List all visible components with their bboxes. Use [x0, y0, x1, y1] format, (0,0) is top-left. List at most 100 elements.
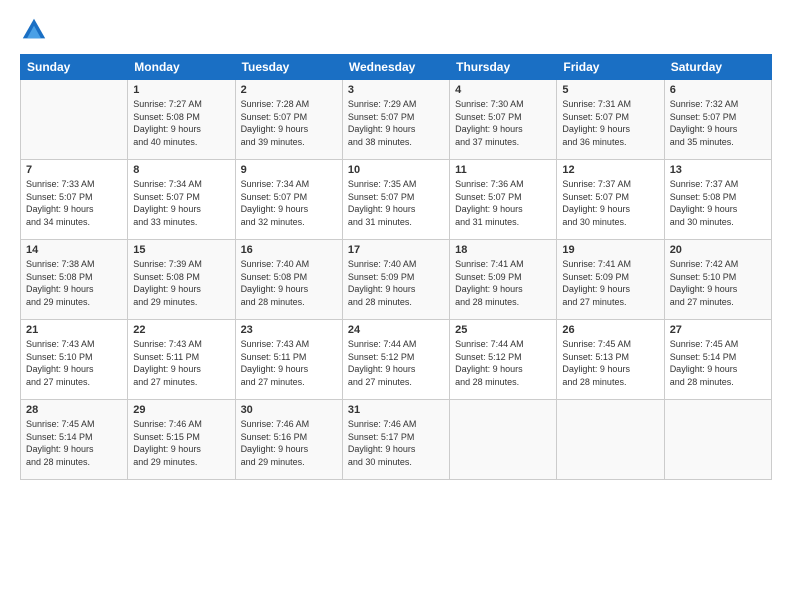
cell-info: Sunrise: 7:30 AM Sunset: 5:07 PM Dayligh… — [455, 98, 551, 148]
header-day: Tuesday — [235, 55, 342, 80]
calendar-table: SundayMondayTuesdayWednesdayThursdayFrid… — [20, 54, 772, 480]
calendar-cell: 30 Sunrise: 7:46 AM Sunset: 5:16 PM Dayli… — [235, 400, 342, 480]
calendar-cell: 19 Sunrise: 7:41 AM Sunset: 5:09 PM Dayli… — [557, 240, 664, 320]
calendar-cell: 9 Sunrise: 7:34 AM Sunset: 5:07 PM Daylig… — [235, 160, 342, 240]
calendar-cell: 27Sunrise: 7:45 AM Sunset: 5:14 PM Dayli… — [664, 320, 771, 400]
day-number: 23 — [241, 324, 337, 336]
calendar-cell — [557, 400, 664, 480]
day-number: 2 — [241, 84, 337, 96]
day-number: 20 — [670, 244, 766, 256]
calendar-cell: 11 Sunrise: 7:36 AM Sunset: 5:07 PM Dayli… — [450, 160, 557, 240]
cell-info: Sunrise: 7:28 AM Sunset: 5:07 PM Dayligh… — [241, 98, 337, 148]
day-number: 7 — [26, 164, 122, 176]
cell-info: Sunrise: 7:46 AM Sunset: 5:17 PM Dayligh… — [348, 418, 444, 468]
calendar-cell: 3 Sunrise: 7:29 AM Sunset: 5:07 PM Daylig… — [342, 80, 449, 160]
day-number: 5 — [562, 84, 658, 96]
day-number: 15 — [133, 244, 229, 256]
calendar-cell: 17Sunrise: 7:40 AM Sunset: 5:09 PM Dayli… — [342, 240, 449, 320]
cell-info: Sunrise: 7:40 AM Sunset: 5:09 PM Dayligh… — [348, 258, 444, 308]
calendar-cell: 26 Sunrise: 7:45 AM Sunset: 5:13 PM Dayli… — [557, 320, 664, 400]
day-number: 11 — [455, 164, 551, 176]
logo — [20, 16, 52, 44]
logo-icon — [20, 16, 48, 44]
cell-info: Sunrise: 7:34 AM Sunset: 5:07 PM Dayligh… — [133, 178, 229, 228]
header — [20, 16, 772, 44]
calendar-cell: 28 Sunrise: 7:45 AM Sunset: 5:14 PM Dayli… — [21, 400, 128, 480]
day-number: 9 — [241, 164, 337, 176]
calendar-week-row: 7 Sunrise: 7:33 AM Sunset: 5:07 PM Daylig… — [21, 160, 772, 240]
cell-info: Sunrise: 7:45 AM Sunset: 5:13 PM Dayligh… — [562, 338, 658, 388]
day-number: 28 — [26, 404, 122, 416]
day-number: 30 — [241, 404, 337, 416]
calendar-cell: 18Sunrise: 7:41 AM Sunset: 5:09 PM Dayli… — [450, 240, 557, 320]
cell-info: Sunrise: 7:46 AM Sunset: 5:16 PM Dayligh… — [241, 418, 337, 468]
cell-info: Sunrise: 7:32 AM Sunset: 5:07 PM Dayligh… — [670, 98, 766, 148]
calendar-cell: 4 Sunrise: 7:30 AM Sunset: 5:07 PM Daylig… — [450, 80, 557, 160]
calendar-cell: 8 Sunrise: 7:34 AM Sunset: 5:07 PM Daylig… — [128, 160, 235, 240]
cell-info: Sunrise: 7:34 AM Sunset: 5:07 PM Dayligh… — [241, 178, 337, 228]
calendar-week-row: 28 Sunrise: 7:45 AM Sunset: 5:14 PM Dayli… — [21, 400, 772, 480]
day-number: 10 — [348, 164, 444, 176]
page: SundayMondayTuesdayWednesdayThursdayFrid… — [0, 0, 792, 612]
day-number: 22 — [133, 324, 229, 336]
calendar-week-row: 1Sunrise: 7:27 AM Sunset: 5:08 PM Daylig… — [21, 80, 772, 160]
calendar-body: 1Sunrise: 7:27 AM Sunset: 5:08 PM Daylig… — [21, 80, 772, 480]
calendar-cell: 29 Sunrise: 7:46 AM Sunset: 5:15 PM Dayli… — [128, 400, 235, 480]
header-day: Monday — [128, 55, 235, 80]
cell-info: Sunrise: 7:29 AM Sunset: 5:07 PM Dayligh… — [348, 98, 444, 148]
day-number: 13 — [670, 164, 766, 176]
calendar-cell — [450, 400, 557, 480]
day-number: 26 — [562, 324, 658, 336]
day-number: 29 — [133, 404, 229, 416]
day-number: 1 — [133, 84, 229, 96]
cell-info: Sunrise: 7:44 AM Sunset: 5:12 PM Dayligh… — [455, 338, 551, 388]
calendar-cell: 10 Sunrise: 7:35 AM Sunset: 5:07 PM Dayli… — [342, 160, 449, 240]
calendar-week-row: 14 Sunrise: 7:38 AM Sunset: 5:08 PM Dayli… — [21, 240, 772, 320]
day-number: 3 — [348, 84, 444, 96]
calendar-cell: 1Sunrise: 7:27 AM Sunset: 5:08 PM Daylig… — [128, 80, 235, 160]
day-number: 8 — [133, 164, 229, 176]
calendar-cell: 2 Sunrise: 7:28 AM Sunset: 5:07 PM Daylig… — [235, 80, 342, 160]
day-number: 12 — [562, 164, 658, 176]
cell-info: Sunrise: 7:43 AM Sunset: 5:10 PM Dayligh… — [26, 338, 122, 388]
header-row: SundayMondayTuesdayWednesdayThursdayFrid… — [21, 55, 772, 80]
cell-info: Sunrise: 7:38 AM Sunset: 5:08 PM Dayligh… — [26, 258, 122, 308]
day-number: 24 — [348, 324, 444, 336]
header-day: Saturday — [664, 55, 771, 80]
calendar-cell: 24Sunrise: 7:44 AM Sunset: 5:12 PM Dayli… — [342, 320, 449, 400]
cell-info: Sunrise: 7:42 AM Sunset: 5:10 PM Dayligh… — [670, 258, 766, 308]
calendar-cell: 25 Sunrise: 7:44 AM Sunset: 5:12 PM Dayli… — [450, 320, 557, 400]
calendar-cell: 31Sunrise: 7:46 AM Sunset: 5:17 PM Dayli… — [342, 400, 449, 480]
header-day: Sunday — [21, 55, 128, 80]
day-number: 19 — [562, 244, 658, 256]
day-number: 4 — [455, 84, 551, 96]
day-number: 16 — [241, 244, 337, 256]
calendar-cell: 12Sunrise: 7:37 AM Sunset: 5:07 PM Dayli… — [557, 160, 664, 240]
header-day: Friday — [557, 55, 664, 80]
day-number: 6 — [670, 84, 766, 96]
day-number: 25 — [455, 324, 551, 336]
calendar-header: SundayMondayTuesdayWednesdayThursdayFrid… — [21, 55, 772, 80]
cell-info: Sunrise: 7:40 AM Sunset: 5:08 PM Dayligh… — [241, 258, 337, 308]
calendar-cell: 14 Sunrise: 7:38 AM Sunset: 5:08 PM Dayli… — [21, 240, 128, 320]
calendar-cell: 23Sunrise: 7:43 AM Sunset: 5:11 PM Dayli… — [235, 320, 342, 400]
calendar-cell: 16 Sunrise: 7:40 AM Sunset: 5:08 PM Dayli… — [235, 240, 342, 320]
cell-info: Sunrise: 7:36 AM Sunset: 5:07 PM Dayligh… — [455, 178, 551, 228]
day-number: 14 — [26, 244, 122, 256]
cell-info: Sunrise: 7:37 AM Sunset: 5:08 PM Dayligh… — [670, 178, 766, 228]
cell-info: Sunrise: 7:39 AM Sunset: 5:08 PM Dayligh… — [133, 258, 229, 308]
calendar-cell: 21Sunrise: 7:43 AM Sunset: 5:10 PM Dayli… — [21, 320, 128, 400]
day-number: 27 — [670, 324, 766, 336]
cell-info: Sunrise: 7:41 AM Sunset: 5:09 PM Dayligh… — [455, 258, 551, 308]
calendar-cell: 5 Sunrise: 7:31 AM Sunset: 5:07 PM Daylig… — [557, 80, 664, 160]
calendar-cell: 20 Sunrise: 7:42 AM Sunset: 5:10 PM Dayli… — [664, 240, 771, 320]
cell-info: Sunrise: 7:46 AM Sunset: 5:15 PM Dayligh… — [133, 418, 229, 468]
cell-info: Sunrise: 7:45 AM Sunset: 5:14 PM Dayligh… — [26, 418, 122, 468]
cell-info: Sunrise: 7:33 AM Sunset: 5:07 PM Dayligh… — [26, 178, 122, 228]
calendar-cell: 15 Sunrise: 7:39 AM Sunset: 5:08 PM Dayli… — [128, 240, 235, 320]
header-day: Thursday — [450, 55, 557, 80]
calendar-cell: 7 Sunrise: 7:33 AM Sunset: 5:07 PM Daylig… — [21, 160, 128, 240]
cell-info: Sunrise: 7:41 AM Sunset: 5:09 PM Dayligh… — [562, 258, 658, 308]
cell-info: Sunrise: 7:31 AM Sunset: 5:07 PM Dayligh… — [562, 98, 658, 148]
cell-info: Sunrise: 7:35 AM Sunset: 5:07 PM Dayligh… — [348, 178, 444, 228]
